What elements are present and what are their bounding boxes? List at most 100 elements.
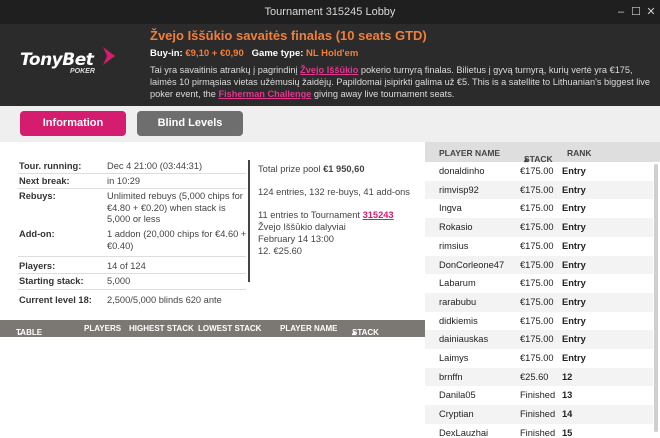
prize-label: Total prize pool bbox=[258, 164, 321, 174]
description-text: Tai yra savaitinis atrankų į pagrindinį bbox=[150, 65, 301, 75]
player-stack: €175.00 bbox=[520, 184, 554, 195]
addon-label: Add-on: bbox=[19, 229, 55, 239]
startstack-value: 5,000 bbox=[107, 276, 131, 286]
player-row[interactable]: rimvisp92 €175.00 Entry bbox=[425, 180, 653, 200]
players-value: 14 of 124 bbox=[107, 261, 146, 271]
tournament-description: Tai yra savaitinis atrankų į pagrindinį … bbox=[150, 64, 650, 100]
startstack-label: Starting stack: bbox=[19, 276, 84, 286]
player-name: dainiauskas bbox=[439, 334, 489, 345]
col-players[interactable]: PLAYERS bbox=[84, 324, 121, 333]
player-row[interactable]: Labarum €175.00 Entry bbox=[425, 274, 653, 293]
player-rank: Entry bbox=[562, 315, 586, 326]
buyin-value: €9,10 + €0,90 bbox=[185, 48, 244, 59]
player-rank: Entry bbox=[562, 259, 586, 270]
zvejo-issukio-link[interactable]: Žvejo Iššūkio bbox=[300, 65, 358, 75]
col-player-name[interactable]: PLAYER NAME bbox=[280, 324, 338, 333]
logo-subtext: POKER bbox=[70, 68, 95, 75]
tournament-header: TonyBet POKER Žvejo Iššūkio savaitės fin… bbox=[0, 24, 660, 106]
player-rank: Entry bbox=[562, 353, 586, 363]
player-stack: €175.00 bbox=[520, 166, 554, 176]
player-stack: €25.60 bbox=[520, 371, 549, 382]
close-icon[interactable]: ✕ bbox=[642, 3, 660, 21]
player-stack: €175.00 bbox=[520, 278, 554, 289]
tournament-315243-link[interactable]: 315243 bbox=[363, 210, 394, 220]
player-name: donaldinho bbox=[439, 166, 485, 176]
player-row[interactable]: rarabubu €175.00 Entry bbox=[425, 292, 653, 312]
player-row[interactable]: brnffn €25.60 12 bbox=[425, 367, 653, 387]
prize-value: €1 950,60 bbox=[323, 164, 365, 174]
player-stack: €175.00 bbox=[520, 203, 554, 214]
vertical-divider bbox=[248, 160, 250, 282]
player-name: Rokasio bbox=[439, 222, 473, 233]
description-text: giving away live tournament seats. bbox=[311, 89, 455, 99]
qual-tournament-rank: 12. €25.60 bbox=[258, 246, 302, 256]
tournament-title: Žvejo Iššūkio savaitės finalas (10 seats… bbox=[150, 28, 427, 43]
player-rank: Entry bbox=[562, 203, 586, 214]
player-name: Cryptian bbox=[439, 409, 474, 420]
tournament-info: Tour. running: Dec 4 21:00 (03:44:31) Ne… bbox=[0, 142, 425, 320]
player-stack: Finished bbox=[520, 390, 556, 401]
tab-information[interactable]: Information bbox=[20, 111, 126, 136]
player-row[interactable]: Ingva €175.00 Entry bbox=[425, 199, 653, 218]
qualification-info: 11 entries to Tournament 315243 bbox=[258, 210, 423, 222]
caret-up-icon: ▴ bbox=[352, 328, 357, 337]
player-stack: €175.00 bbox=[520, 240, 554, 251]
player-rank: 15 bbox=[562, 427, 573, 438]
col-player-name[interactable]: PLAYER NAME bbox=[439, 148, 500, 158]
player-rank: Entry bbox=[562, 166, 586, 176]
scrollbar[interactable] bbox=[654, 164, 658, 432]
player-name: Laimys bbox=[439, 353, 469, 363]
player-stack: €175.00 bbox=[520, 222, 554, 233]
player-stack: €175.00 bbox=[520, 296, 554, 307]
gametype-value: NL Hold'em bbox=[306, 48, 359, 59]
player-stack: Finished bbox=[520, 427, 556, 438]
tab-blind-levels[interactable]: Blind Levels bbox=[137, 111, 243, 136]
col-rank[interactable]: RANK bbox=[567, 148, 592, 158]
title-bar: Tournament 315245 Lobby – ☐ ✕ bbox=[0, 0, 660, 24]
entries-summary: 124 entries, 132 re-buys, 41 add-ons bbox=[258, 187, 410, 197]
player-name: didkiemis bbox=[439, 315, 478, 326]
logo-text: TonyBet bbox=[20, 50, 94, 70]
player-row[interactable]: didkiemis €175.00 Entry bbox=[425, 312, 653, 331]
running-label: Tour. running: bbox=[19, 161, 82, 171]
col-highest-stack[interactable]: HIGHEST STACK bbox=[129, 324, 194, 333]
player-list-panel: PLAYER NAME STACK ▴ RANK donaldinho €175.… bbox=[425, 142, 660, 438]
player-rank: Entry bbox=[562, 222, 586, 233]
player-stack: €175.00 bbox=[520, 315, 554, 326]
qual-text: 11 entries to Tournament bbox=[258, 210, 363, 220]
qual-tournament-name: Žvejo Iššūkio dalyviai bbox=[258, 222, 346, 232]
col-lowest-stack[interactable]: LOWEST STACK bbox=[198, 324, 261, 333]
players-label: Players: bbox=[19, 261, 56, 271]
nextbreak-label: Next break: bbox=[19, 176, 70, 186]
chevron-down-icon: ⌄ bbox=[16, 328, 23, 337]
nextbreak-value: in 10:29 bbox=[107, 176, 141, 186]
player-stack: €175.00 bbox=[520, 334, 554, 345]
divider bbox=[18, 188, 246, 189]
player-name: Ingva bbox=[439, 203, 462, 214]
buyin-label: Buy-in: bbox=[150, 48, 183, 59]
player-rank: Entry bbox=[562, 240, 586, 251]
player-stack: Finished bbox=[520, 409, 556, 420]
player-row[interactable]: rimsius €175.00 Entry bbox=[425, 237, 653, 256]
player-row[interactable]: DonCorleone47 €175.00 Entry bbox=[425, 255, 653, 275]
player-row[interactable]: donaldinho €175.00 Entry bbox=[425, 162, 653, 181]
player-row[interactable]: Laimys €175.00 Entry bbox=[425, 349, 653, 368]
player-row[interactable]: Rokasio €175.00 Entry bbox=[425, 218, 653, 237]
player-name: rimvisp92 bbox=[439, 184, 479, 195]
divider bbox=[18, 289, 246, 290]
tonybet-logo: TonyBet POKER bbox=[20, 47, 130, 86]
player-name: brnffn bbox=[439, 371, 463, 382]
fisherman-challenge-link[interactable]: Fisherman Challenge bbox=[218, 89, 311, 99]
player-row[interactable]: Danila05 Finished 13 bbox=[425, 386, 653, 405]
player-row[interactable]: dainiauskas €175.00 Entry bbox=[425, 330, 653, 349]
player-rank: 13 bbox=[562, 390, 573, 401]
player-row[interactable]: DexLauzhai Finished 15 bbox=[425, 424, 653, 438]
player-name: DexLauzhai bbox=[439, 427, 489, 438]
divider bbox=[18, 256, 246, 257]
divider bbox=[18, 173, 246, 174]
tables-header: TABLE ⌄ PLAYERS HIGHEST STACK LOWEST STA… bbox=[0, 320, 425, 337]
col-stack-label: STACK bbox=[352, 328, 379, 337]
player-rank: Entry bbox=[562, 334, 586, 345]
player-row[interactable]: Cryptian Finished 14 bbox=[425, 405, 653, 424]
player-rank: Entry bbox=[562, 278, 586, 289]
